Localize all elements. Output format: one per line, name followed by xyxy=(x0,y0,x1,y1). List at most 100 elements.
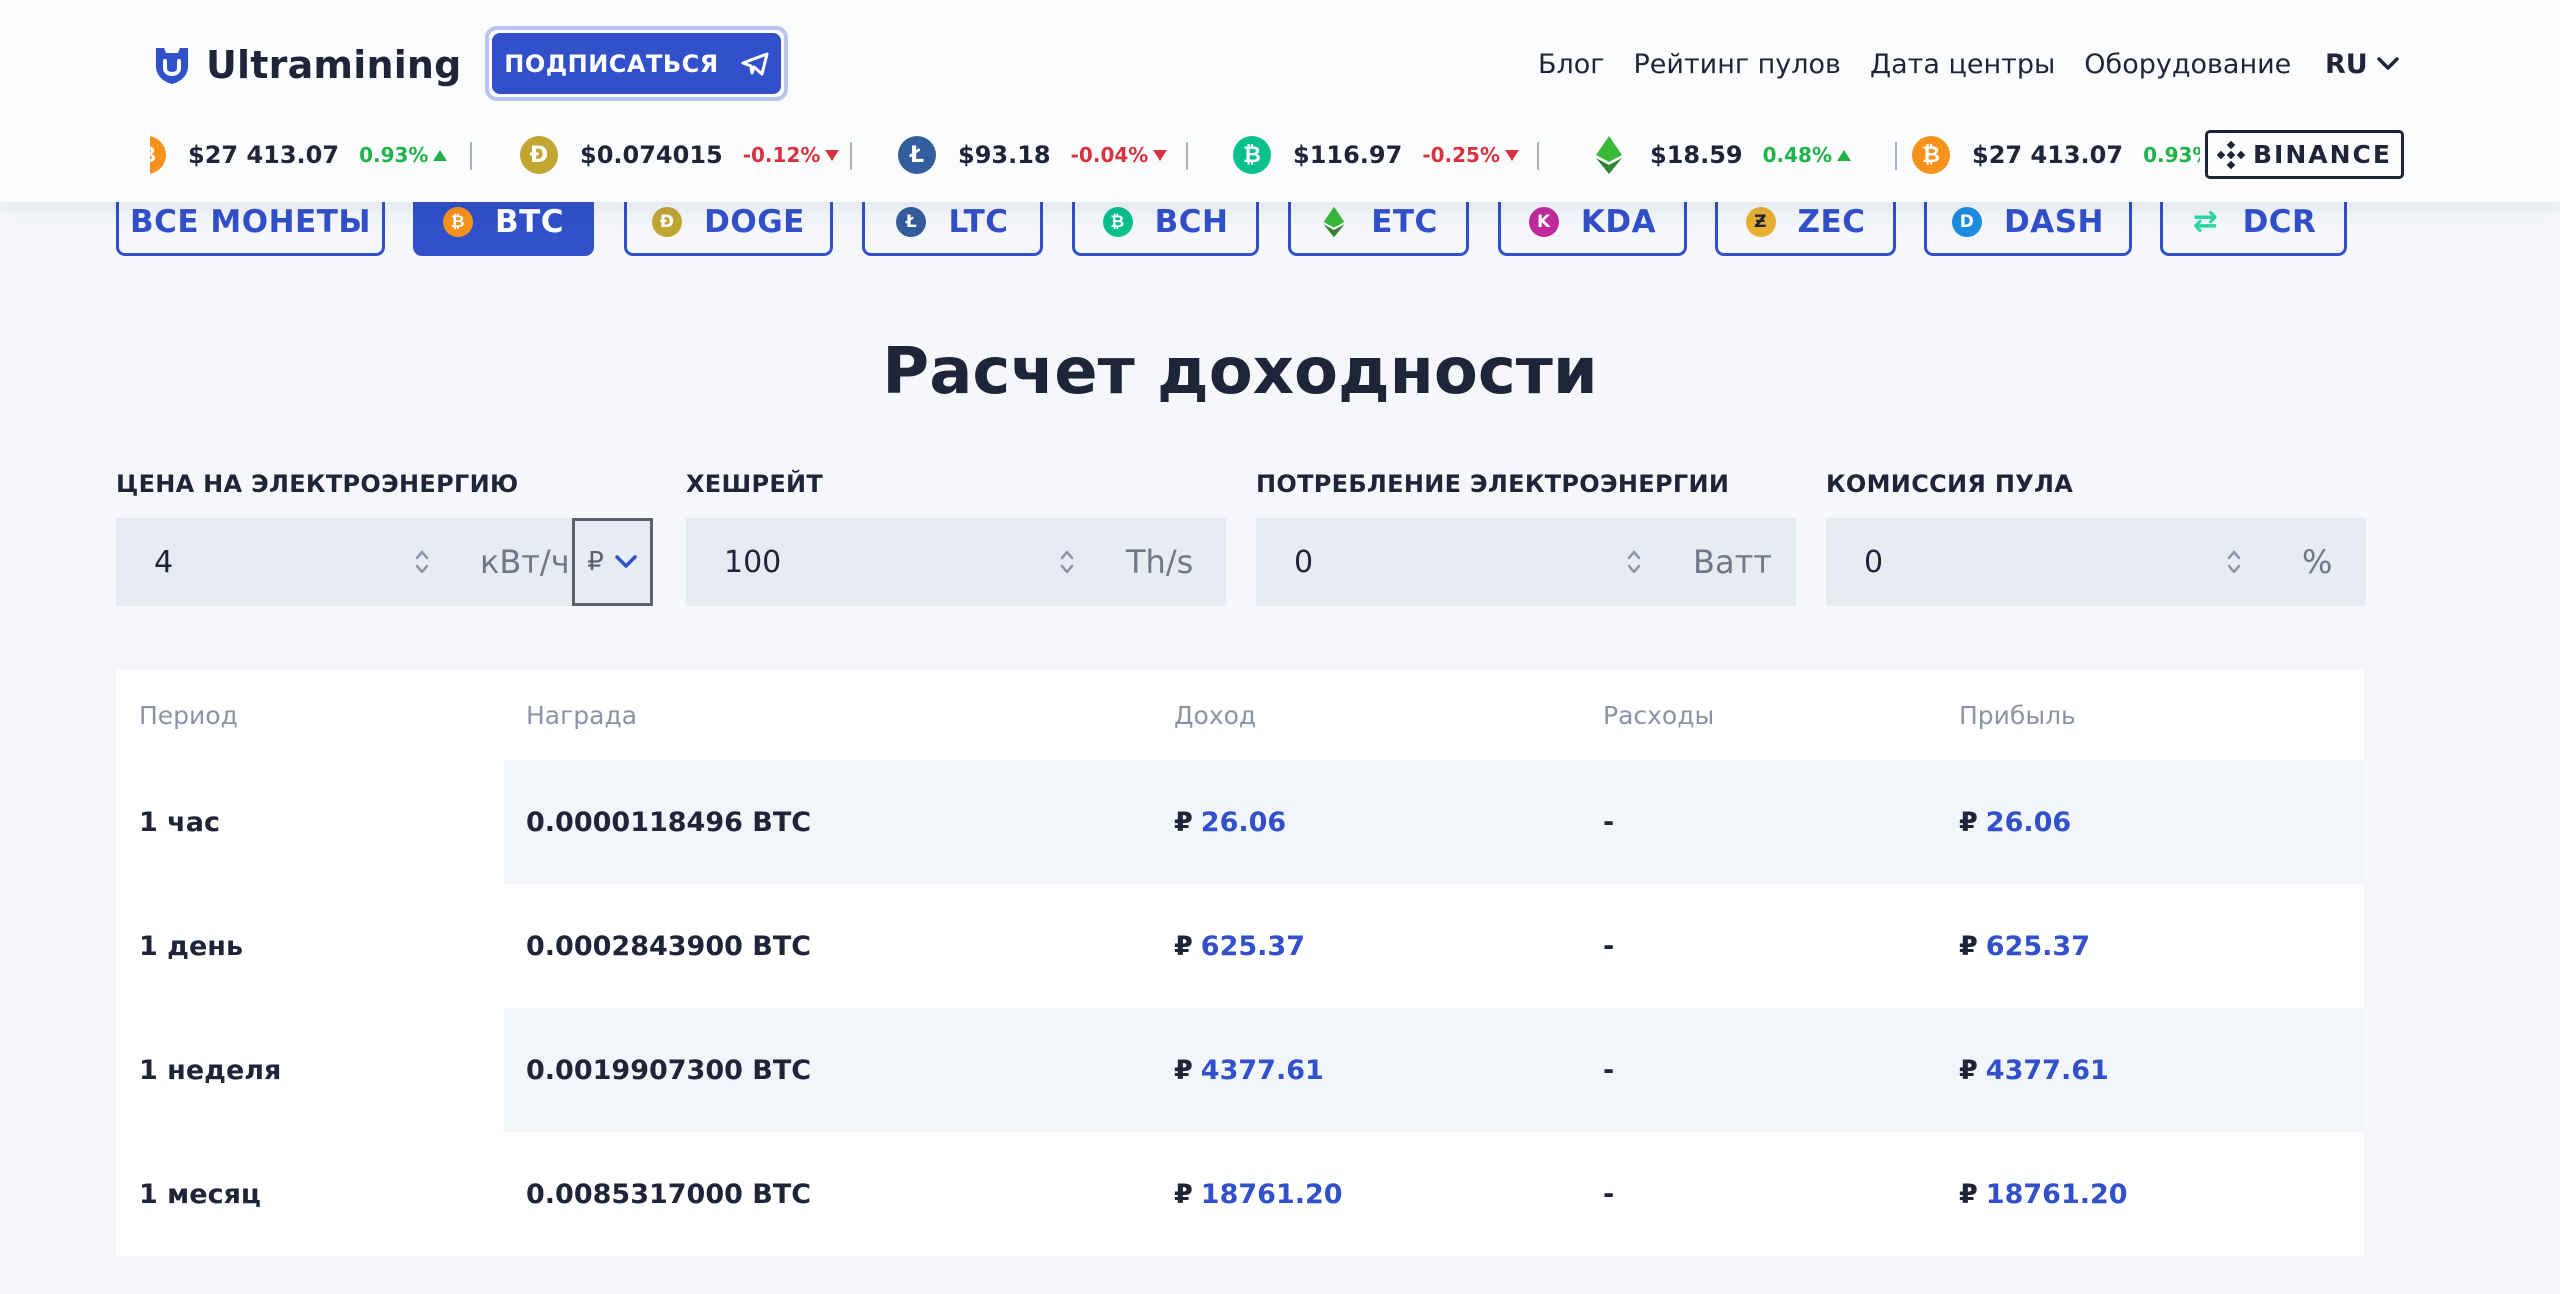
electricity-price-field[interactable]: 4 кВт/ч xyxy=(116,518,572,606)
ethereum-classic-icon xyxy=(1590,136,1628,174)
language-selector[interactable]: RU xyxy=(2325,44,2400,84)
page-title: Расчет доходности xyxy=(882,335,1598,409)
cell-expenses: - xyxy=(1603,930,1615,962)
nav-link-blog[interactable]: Блог xyxy=(1538,49,1605,80)
header-period: Период xyxy=(139,700,238,730)
pool-fee-label: КОМИССИЯ ПУЛА xyxy=(1826,470,2074,498)
ticker-price: $18.59 xyxy=(1650,141,1743,169)
cell-expenses: - xyxy=(1603,1178,1615,1210)
ticker-item-btc[interactable]: ₿ $27 413.07 0.93% xyxy=(150,130,448,180)
hashrate-field[interactable]: 100 Th/s xyxy=(686,518,1226,606)
subscribe-label: ПОДПИСАТЬСЯ xyxy=(504,49,719,78)
ticker-item-bch[interactable]: ₿ $116.97 -0.25% xyxy=(1233,130,1519,180)
nav-link-pool-rating[interactable]: Рейтинг пулов xyxy=(1634,49,1841,80)
currency-select[interactable]: ₽ xyxy=(572,518,653,606)
logo-text: Ultramining xyxy=(206,43,462,87)
zcash-icon: Ƶ xyxy=(1745,206,1776,237)
subscribe-button-wrap: ПОДПИСАТЬСЯ xyxy=(485,26,788,101)
litecoin-icon: Ł xyxy=(898,136,936,174)
electricity-unit: кВт/ч xyxy=(480,543,570,581)
ticker-change: -0.04% xyxy=(1071,143,1168,167)
dogecoin-icon: Ð xyxy=(652,206,683,237)
bitcoin-icon: ₿ xyxy=(150,136,166,174)
chevron-down-icon xyxy=(615,555,637,568)
arrow-down-icon xyxy=(1505,149,1519,161)
ticker-change: -0.12% xyxy=(743,143,840,167)
site-logo[interactable]: Ultramining xyxy=(152,40,462,90)
tab-label: DOGE xyxy=(704,203,805,240)
cell-income: ₽4377.61 xyxy=(1174,1054,1324,1086)
ticker-item-btc-repeat[interactable]: ₿ $27 413.07 0.93% xyxy=(1912,130,2200,180)
bitcoin-icon: ₿ xyxy=(1912,136,1950,174)
cell-period: 1 месяц xyxy=(139,1178,261,1210)
cell-expenses: - xyxy=(1603,806,1615,838)
telegram-icon xyxy=(741,52,769,75)
main-nav: Блог Рейтинг пулов Дата центры Оборудова… xyxy=(1538,44,2291,84)
cell-period: 1 неделя xyxy=(139,1054,282,1086)
cell-profit: ₽4377.61 xyxy=(1959,1054,2109,1086)
header-income: Доход xyxy=(1174,700,1257,730)
litecoin-icon: Ł xyxy=(896,206,927,237)
pool-fee-value: 0 xyxy=(1864,544,1884,580)
nav-link-equipment[interactable]: Оборудование xyxy=(2084,49,2291,80)
ticker-separator xyxy=(1895,142,1897,170)
tab-label: DCR xyxy=(2242,203,2317,240)
profitability-table: Период Награда Доход Расходы Прибыль 1 ч… xyxy=(116,670,2364,1256)
cell-reward: 0.0002843900 BTC xyxy=(526,930,812,962)
cell-expenses: - xyxy=(1603,1054,1615,1086)
cell-profit: ₽18761.20 xyxy=(1959,1178,2128,1210)
header-profit: Прибыль xyxy=(1959,700,2076,730)
power-consumption-label: ПОТРЕБЛЕНИЕ ЭЛЕКТРОЭНЕРГИИ xyxy=(1256,470,1730,498)
ticker-separator xyxy=(850,142,852,170)
ticker-change: 0.93% xyxy=(2143,143,2200,167)
ticker-item-doge[interactable]: Ð $0.074015 -0.12% xyxy=(520,130,840,180)
ticker-price: $27 413.07 xyxy=(188,141,340,169)
tab-label: ETC xyxy=(1371,203,1438,240)
site-header: Ultramining ПОДПИСАТЬСЯ Блог Рейтинг пул… xyxy=(0,0,2560,202)
ticker-change: 0.48% xyxy=(1763,143,1852,167)
table-header: Период Награда Доход Расходы Прибыль xyxy=(116,670,2364,760)
ticker-separator xyxy=(1537,142,1539,170)
kadena-icon: K xyxy=(1528,206,1559,237)
ticker-change: 0.93% xyxy=(359,143,448,167)
ruble-sign: ₽ xyxy=(1174,1178,1193,1210)
ruble-sign: ₽ xyxy=(1174,806,1193,838)
power-consumption-field[interactable]: 0 Ватт xyxy=(1256,518,1796,606)
ticker-item-ltc[interactable]: Ł $93.18 -0.04% xyxy=(898,130,1168,180)
header-expenses: Расходы xyxy=(1603,700,1715,730)
binance-icon xyxy=(2217,140,2245,169)
tab-label: BTC xyxy=(494,203,565,240)
tab-label: KDA xyxy=(1580,203,1657,240)
stepper-icon[interactable] xyxy=(2226,547,2242,577)
price-ticker: ₿ $27 413.07 0.93% Ð $0.074015 -0.12% Ł … xyxy=(150,130,2200,180)
cell-income: ₽26.06 xyxy=(1174,806,1287,838)
cell-profit: ₽625.37 xyxy=(1959,930,2090,962)
stepper-icon[interactable] xyxy=(1626,547,1642,577)
language-label: RU xyxy=(2325,48,2368,80)
dash-icon: D xyxy=(1952,206,1982,237)
bitcoin-cash-icon: ₿ xyxy=(1102,206,1133,237)
arrow-up-icon xyxy=(433,149,448,161)
binance-label: BINANCE xyxy=(2253,140,2392,169)
binance-badge[interactable]: BINANCE xyxy=(2205,130,2404,179)
shield-logo-icon xyxy=(156,48,188,84)
dogecoin-icon: Ð xyxy=(520,136,558,174)
ticker-price: $116.97 xyxy=(1293,141,1403,169)
cell-reward: 0.0000118496 BTC xyxy=(526,806,812,838)
nav-link-data-centers[interactable]: Дата центры xyxy=(1870,49,2055,80)
hashrate-value: 100 xyxy=(724,544,782,580)
ticker-item-etc[interactable]: $18.59 0.48% xyxy=(1590,130,1852,180)
cell-profit: ₽26.06 xyxy=(1959,806,2072,838)
stepper-icon[interactable] xyxy=(1059,547,1075,577)
power-consumption-value: 0 xyxy=(1294,544,1314,580)
arrow-down-icon xyxy=(825,149,840,161)
stepper-icon[interactable] xyxy=(414,547,430,577)
ruble-sign: ₽ xyxy=(1174,1054,1193,1086)
ruble-sign: ₽ xyxy=(1959,1054,1978,1086)
arrow-down-icon xyxy=(1153,149,1168,161)
pool-fee-field[interactable]: 0 % xyxy=(1826,518,2366,606)
ethereum-classic-icon xyxy=(1319,206,1349,237)
ruble-sign: ₽ xyxy=(1959,806,1978,838)
subscribe-button[interactable]: ПОДПИСАТЬСЯ xyxy=(492,33,781,94)
cell-income: ₽625.37 xyxy=(1174,930,1305,962)
